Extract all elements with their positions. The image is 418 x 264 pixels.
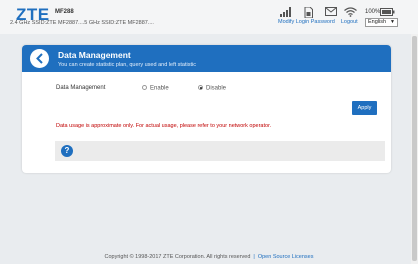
modify-password-link[interactable]: Modify Login Password — [278, 19, 335, 25]
wifi-icon — [344, 7, 357, 17]
radio-circle-icon — [142, 85, 147, 90]
usage-warning: Data usage is approximate only. For actu… — [56, 123, 272, 129]
header-links: Modify Login Password Logout — [278, 19, 358, 25]
card-header: Data Management You can create statistic… — [22, 45, 391, 72]
scrollbar-thumb[interactable] — [412, 36, 417, 261]
radio-disable-label: Disable — [206, 85, 227, 92]
radio-disable[interactable]: Disable — [198, 85, 226, 92]
radio-enable[interactable]: Enable — [142, 85, 169, 92]
data-management-label: Data Management — [56, 85, 106, 91]
logout-link[interactable]: Logout — [341, 19, 358, 25]
model-name: MF288 — [55, 9, 74, 15]
radio-enable-label: Enable — [150, 85, 169, 92]
signal-icon — [280, 7, 291, 17]
footer: Copyright © 1998-2017 ZTE Corporation. A… — [0, 254, 418, 260]
page-scrollbar[interactable] — [411, 34, 418, 264]
chevron-down-icon: ▼ — [390, 19, 395, 25]
message-icon[interactable] — [325, 7, 337, 16]
language-value: English — [368, 19, 387, 25]
top-bar: ZTE MF288 2.4 GHz SSID:ZTE MF2887....5 G… — [0, 0, 418, 34]
open-source-link[interactable]: Open Source Licenses — [258, 254, 314, 260]
battery-icon — [380, 8, 395, 16]
battery-level: 100% — [365, 9, 381, 15]
copyright-text: Copyright © 1998-2017 ZTE Corporation. A… — [104, 254, 251, 260]
language-select[interactable]: English ▼ — [365, 18, 398, 27]
data-management-card: Data Management You can create statistic… — [22, 45, 391, 173]
help-bar: ? — [55, 141, 385, 161]
sim-icon — [304, 7, 313, 18]
help-icon[interactable]: ? — [61, 145, 73, 157]
back-button[interactable] — [30, 49, 49, 68]
ssid-info: 2.4 GHz SSID:ZTE MF2887....5 GHz SSID:ZT… — [10, 20, 154, 26]
radio-checked-icon — [198, 85, 203, 90]
page-subtitle: You can create statistic plan, query use… — [58, 62, 196, 68]
footer-separator: | — [253, 254, 255, 260]
back-arrow-icon — [36, 53, 43, 64]
page-title: Data Management — [58, 50, 131, 60]
apply-button[interactable]: Apply — [352, 101, 377, 115]
